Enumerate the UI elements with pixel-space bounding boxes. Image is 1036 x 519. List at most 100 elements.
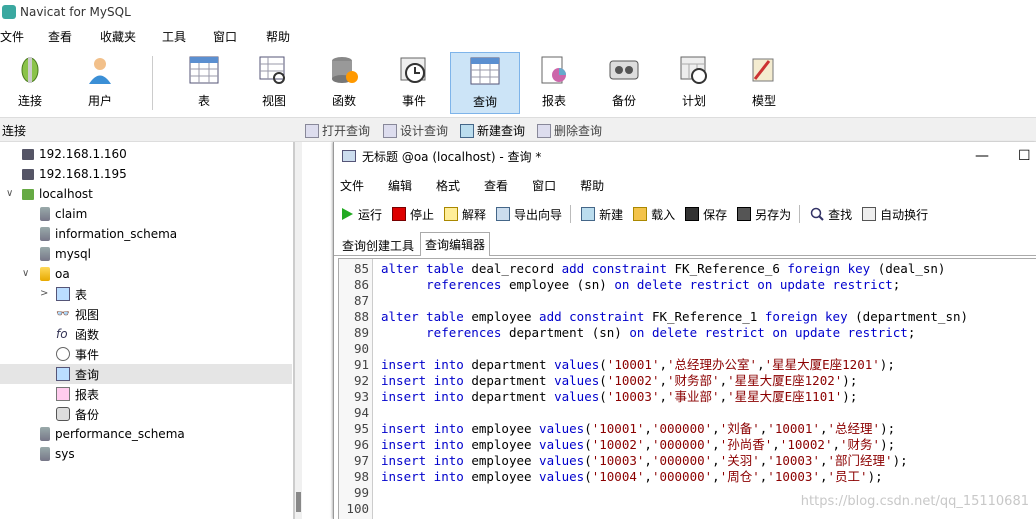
code-line[interactable]: 88 alter table employee add constraint FK… bbox=[339, 309, 1036, 325]
menu-help[interactable]: 帮助 bbox=[266, 28, 302, 45]
toolbar-query-button[interactable]: 查询 bbox=[450, 52, 520, 114]
open-query-button[interactable]: 打开查询 bbox=[305, 122, 370, 139]
code-line[interactable]: 97 insert into employee values('10003','0… bbox=[339, 453, 1036, 469]
code-token: , bbox=[659, 389, 668, 404]
toolbar-connection-button[interactable]: 连接 bbox=[0, 54, 60, 112]
stop-button[interactable]: 停止 bbox=[392, 206, 434, 223]
code-line[interactable]: 91 insert into department values('10001',… bbox=[339, 357, 1036, 373]
menu-file[interactable]: 文件 bbox=[0, 28, 36, 45]
menu-window[interactable]: 窗口 bbox=[213, 28, 249, 45]
code-token: , bbox=[712, 421, 720, 436]
code-token: department bbox=[471, 373, 555, 388]
new-button[interactable]: 新建 bbox=[581, 206, 623, 223]
database-icon bbox=[40, 247, 50, 261]
code-line[interactable]: 98 insert into employee values('10004','0… bbox=[339, 469, 1036, 485]
load-button[interactable]: 载入 bbox=[633, 206, 675, 223]
code-token: '总经理' bbox=[827, 421, 881, 436]
tree-item-functions[interactable]: fo 函数 bbox=[56, 324, 99, 344]
toolbar-event-button[interactable]: 事件 bbox=[384, 54, 444, 112]
chevron-down-icon[interactable]: ∨ bbox=[6, 188, 13, 199]
code-line[interactable]: 89 references department (sn) on delete … bbox=[339, 325, 1036, 341]
backup-icon bbox=[56, 407, 70, 421]
tree-item-backups[interactable]: 备份 bbox=[56, 404, 99, 424]
chevron-down-icon[interactable]: ∨ bbox=[22, 268, 29, 279]
tree-item-db-sys[interactable]: sys bbox=[38, 444, 75, 464]
tree-item-localhost[interactable]: localhost bbox=[22, 184, 93, 204]
code-token: , bbox=[644, 437, 652, 452]
function-icon bbox=[328, 54, 360, 86]
qmenu-view[interactable]: 查看 bbox=[484, 177, 508, 194]
toolbar-function-button[interactable]: 函数 bbox=[314, 54, 374, 112]
code-line[interactable]: 96 insert into employee values('10002','0… bbox=[339, 437, 1036, 453]
run-button[interactable]: 运行 bbox=[340, 206, 382, 223]
save-button[interactable]: 保存 bbox=[685, 206, 727, 223]
find-button[interactable]: 查找 bbox=[810, 206, 852, 223]
tab-query-editor[interactable]: 查询编辑器 bbox=[420, 232, 491, 256]
qmenu-file[interactable]: 文件 bbox=[340, 177, 364, 194]
code-line[interactable]: 90 bbox=[339, 341, 1036, 357]
code-token: FK_Reference_1 bbox=[651, 309, 765, 324]
toolbar-table-button[interactable]: 表 bbox=[174, 54, 234, 112]
menu-tools[interactable]: 工具 bbox=[162, 28, 198, 45]
toolbar-model-button[interactable]: 模型 bbox=[734, 54, 794, 112]
code-token: ( bbox=[599, 357, 607, 372]
toolbar-schedule-button[interactable]: 计划 bbox=[664, 54, 724, 112]
server-icon bbox=[22, 168, 34, 180]
word-wrap-button[interactable]: 自动换行 bbox=[862, 206, 928, 223]
code-token: department bbox=[471, 357, 555, 372]
code-token: , bbox=[644, 469, 652, 484]
code-token: ; bbox=[892, 277, 901, 292]
sql-editor[interactable]: 85 alter table deal_record add constraint… bbox=[338, 258, 1036, 519]
qmenu-window[interactable]: 窗口 bbox=[532, 177, 556, 194]
tree-item-views[interactable]: 👓 视图 bbox=[56, 304, 99, 324]
save-as-button[interactable]: 另存为 bbox=[737, 206, 791, 223]
explain-button[interactable]: 解释 bbox=[444, 206, 486, 223]
code-line[interactable]: 94 bbox=[339, 405, 1036, 421]
toolbar-user-button[interactable]: 用户 bbox=[70, 54, 130, 112]
word-wrap-icon bbox=[862, 207, 877, 221]
tree-item-db-information-schema[interactable]: information_schema bbox=[38, 224, 177, 244]
sidebar-scrollbar[interactable] bbox=[294, 142, 302, 519]
code-token: , bbox=[659, 373, 668, 388]
code-token: , bbox=[757, 357, 765, 372]
toolbar-view-button[interactable]: 视图 bbox=[244, 54, 304, 112]
export-wizard-button[interactable]: 导出向导 bbox=[496, 206, 562, 223]
tree-item-server-195[interactable]: 192.168.1.195 bbox=[22, 164, 127, 184]
tree-item-db-mysql[interactable]: mysql bbox=[38, 244, 91, 264]
qmenu-help[interactable]: 帮助 bbox=[580, 177, 604, 194]
qmenu-format[interactable]: 格式 bbox=[436, 177, 460, 194]
toolbar-report-button[interactable]: 报表 bbox=[524, 54, 584, 112]
toolbar-separator bbox=[799, 205, 801, 223]
schedule-icon bbox=[678, 54, 710, 86]
tree-item-tables[interactable]: 表 bbox=[56, 284, 87, 304]
code-token: '星星大厦E座1101' bbox=[727, 389, 843, 404]
tree-item-reports[interactable]: 报表 bbox=[56, 384, 99, 404]
code-line[interactable]: 93 insert into department values('10003',… bbox=[339, 389, 1036, 405]
minimize-button[interactable]: — bbox=[975, 148, 989, 164]
menu-favorites[interactable]: 收藏夹 bbox=[100, 28, 148, 45]
code-line[interactable]: 95 insert into employee values('10001','0… bbox=[339, 421, 1036, 437]
code-line[interactable]: 86 references employee (sn) on delete re… bbox=[339, 277, 1036, 293]
new-query-button[interactable]: 新建查询 bbox=[460, 122, 525, 139]
tree-item-events[interactable]: 事件 bbox=[56, 344, 99, 364]
toolbar-backup-button[interactable]: 备份 bbox=[594, 54, 654, 112]
tree-item-db-claim[interactable]: claim bbox=[38, 204, 87, 224]
tree-item-db-performance-schema[interactable]: performance_schema bbox=[38, 424, 185, 444]
code-text: alter table employee add constraint FK_R… bbox=[381, 309, 968, 325]
menu-view[interactable]: 查看 bbox=[48, 28, 84, 45]
code-line[interactable]: 92 insert into department values('10002',… bbox=[339, 373, 1036, 389]
qmenu-edit[interactable]: 编辑 bbox=[388, 177, 412, 194]
delete-query-button[interactable]: 删除查询 bbox=[537, 122, 602, 139]
tab-query-builder[interactable]: 查询创建工具 bbox=[338, 234, 418, 256]
maximize-button[interactable]: ☐ bbox=[1018, 148, 1031, 164]
tree-item-queries[interactable]: 查询 bbox=[0, 364, 292, 384]
chevron-right-icon[interactable]: > bbox=[40, 288, 48, 299]
code-line[interactable]: 87 bbox=[339, 293, 1036, 309]
scrollbar-thumb[interactable] bbox=[296, 492, 301, 512]
tree-item-server-160[interactable]: 192.168.1.160 bbox=[22, 144, 127, 164]
code-token: department bbox=[471, 389, 555, 404]
code-line[interactable]: 85 alter table deal_record add constraint… bbox=[339, 261, 1036, 277]
tree-item-db-oa[interactable]: oa bbox=[38, 264, 70, 284]
design-query-button[interactable]: 设计查询 bbox=[383, 122, 448, 139]
